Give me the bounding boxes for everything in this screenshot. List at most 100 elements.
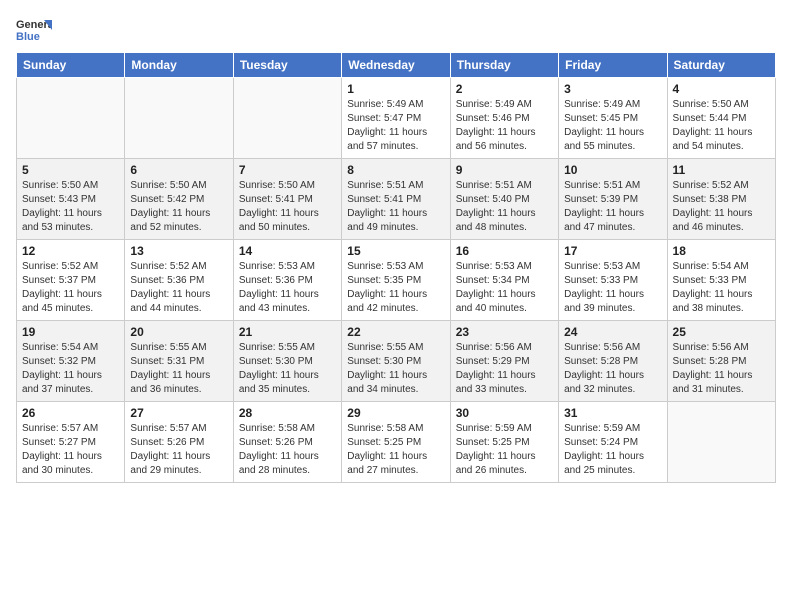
day-info: Sunrise: 5:58 AMSunset: 5:25 PMDaylight:… [347, 422, 444, 478]
calendar-week-row: 1 Sunrise: 5:49 AMSunset: 5:47 PMDayligh… [17, 78, 776, 159]
logo-icon: General Blue [16, 16, 52, 44]
day-number: 18 [673, 244, 770, 258]
day-info: Sunrise: 5:59 AMSunset: 5:25 PMDaylight:… [456, 422, 553, 478]
day-number: 28 [239, 406, 336, 420]
calendar-cell: 26 Sunrise: 5:57 AMSunset: 5:27 PMDaylig… [17, 402, 125, 483]
calendar-cell [125, 78, 233, 159]
day-info: Sunrise: 5:49 AMSunset: 5:47 PMDaylight:… [347, 98, 444, 154]
calendar-cell: 31 Sunrise: 5:59 AMSunset: 5:24 PMDaylig… [559, 402, 667, 483]
calendar-cell: 30 Sunrise: 5:59 AMSunset: 5:25 PMDaylig… [450, 402, 558, 483]
day-number: 8 [347, 163, 444, 177]
calendar-cell: 20 Sunrise: 5:55 AMSunset: 5:31 PMDaylig… [125, 321, 233, 402]
day-info: Sunrise: 5:58 AMSunset: 5:26 PMDaylight:… [239, 422, 336, 478]
page-header: General Blue [16, 16, 776, 44]
day-number: 5 [22, 163, 119, 177]
calendar-cell: 9 Sunrise: 5:51 AMSunset: 5:40 PMDayligh… [450, 159, 558, 240]
day-number: 19 [22, 325, 119, 339]
day-number: 7 [239, 163, 336, 177]
day-info: Sunrise: 5:55 AMSunset: 5:30 PMDaylight:… [347, 341, 444, 397]
weekday-header: Monday [125, 53, 233, 78]
day-info: Sunrise: 5:53 AMSunset: 5:35 PMDaylight:… [347, 260, 444, 316]
day-number: 10 [564, 163, 661, 177]
day-number: 24 [564, 325, 661, 339]
day-number: 4 [673, 82, 770, 96]
day-number: 22 [347, 325, 444, 339]
day-number: 23 [456, 325, 553, 339]
day-info: Sunrise: 5:50 AMSunset: 5:42 PMDaylight:… [130, 179, 227, 235]
calendar-cell: 21 Sunrise: 5:55 AMSunset: 5:30 PMDaylig… [233, 321, 341, 402]
calendar-cell: 2 Sunrise: 5:49 AMSunset: 5:46 PMDayligh… [450, 78, 558, 159]
calendar-cell: 24 Sunrise: 5:56 AMSunset: 5:28 PMDaylig… [559, 321, 667, 402]
day-info: Sunrise: 5:55 AMSunset: 5:30 PMDaylight:… [239, 341, 336, 397]
day-number: 27 [130, 406, 227, 420]
day-number: 12 [22, 244, 119, 258]
calendar-cell: 11 Sunrise: 5:52 AMSunset: 5:38 PMDaylig… [667, 159, 775, 240]
day-info: Sunrise: 5:50 AMSunset: 5:41 PMDaylight:… [239, 179, 336, 235]
day-info: Sunrise: 5:56 AMSunset: 5:28 PMDaylight:… [564, 341, 661, 397]
calendar-cell: 17 Sunrise: 5:53 AMSunset: 5:33 PMDaylig… [559, 240, 667, 321]
calendar-cell [17, 78, 125, 159]
day-number: 26 [22, 406, 119, 420]
day-info: Sunrise: 5:56 AMSunset: 5:28 PMDaylight:… [673, 341, 770, 397]
day-info: Sunrise: 5:52 AMSunset: 5:38 PMDaylight:… [673, 179, 770, 235]
calendar-cell: 12 Sunrise: 5:52 AMSunset: 5:37 PMDaylig… [17, 240, 125, 321]
calendar-cell: 4 Sunrise: 5:50 AMSunset: 5:44 PMDayligh… [667, 78, 775, 159]
weekday-header: Saturday [667, 53, 775, 78]
day-number: 21 [239, 325, 336, 339]
day-number: 31 [564, 406, 661, 420]
day-info: Sunrise: 5:51 AMSunset: 5:41 PMDaylight:… [347, 179, 444, 235]
day-number: 15 [347, 244, 444, 258]
calendar-cell: 13 Sunrise: 5:52 AMSunset: 5:36 PMDaylig… [125, 240, 233, 321]
weekday-header: Friday [559, 53, 667, 78]
day-number: 2 [456, 82, 553, 96]
calendar-cell: 16 Sunrise: 5:53 AMSunset: 5:34 PMDaylig… [450, 240, 558, 321]
day-number: 11 [673, 163, 770, 177]
calendar-cell: 7 Sunrise: 5:50 AMSunset: 5:41 PMDayligh… [233, 159, 341, 240]
weekday-header: Thursday [450, 53, 558, 78]
day-info: Sunrise: 5:52 AMSunset: 5:36 PMDaylight:… [130, 260, 227, 316]
day-info: Sunrise: 5:53 AMSunset: 5:36 PMDaylight:… [239, 260, 336, 316]
calendar-cell: 29 Sunrise: 5:58 AMSunset: 5:25 PMDaylig… [342, 402, 450, 483]
calendar-week-row: 5 Sunrise: 5:50 AMSunset: 5:43 PMDayligh… [17, 159, 776, 240]
calendar-cell: 18 Sunrise: 5:54 AMSunset: 5:33 PMDaylig… [667, 240, 775, 321]
calendar-cell: 22 Sunrise: 5:55 AMSunset: 5:30 PMDaylig… [342, 321, 450, 402]
day-info: Sunrise: 5:52 AMSunset: 5:37 PMDaylight:… [22, 260, 119, 316]
day-info: Sunrise: 5:57 AMSunset: 5:26 PMDaylight:… [130, 422, 227, 478]
weekday-header: Tuesday [233, 53, 341, 78]
day-info: Sunrise: 5:50 AMSunset: 5:43 PMDaylight:… [22, 179, 119, 235]
day-info: Sunrise: 5:51 AMSunset: 5:40 PMDaylight:… [456, 179, 553, 235]
calendar-cell: 14 Sunrise: 5:53 AMSunset: 5:36 PMDaylig… [233, 240, 341, 321]
day-number: 25 [673, 325, 770, 339]
day-info: Sunrise: 5:55 AMSunset: 5:31 PMDaylight:… [130, 341, 227, 397]
calendar-week-row: 26 Sunrise: 5:57 AMSunset: 5:27 PMDaylig… [17, 402, 776, 483]
calendar-week-row: 19 Sunrise: 5:54 AMSunset: 5:32 PMDaylig… [17, 321, 776, 402]
day-number: 16 [456, 244, 553, 258]
calendar-cell: 19 Sunrise: 5:54 AMSunset: 5:32 PMDaylig… [17, 321, 125, 402]
calendar-cell: 25 Sunrise: 5:56 AMSunset: 5:28 PMDaylig… [667, 321, 775, 402]
day-info: Sunrise: 5:53 AMSunset: 5:33 PMDaylight:… [564, 260, 661, 316]
day-number: 30 [456, 406, 553, 420]
calendar-cell: 27 Sunrise: 5:57 AMSunset: 5:26 PMDaylig… [125, 402, 233, 483]
weekday-header-row: SundayMondayTuesdayWednesdayThursdayFrid… [17, 53, 776, 78]
calendar-cell: 28 Sunrise: 5:58 AMSunset: 5:26 PMDaylig… [233, 402, 341, 483]
svg-text:Blue: Blue [16, 31, 40, 43]
day-number: 9 [456, 163, 553, 177]
day-info: Sunrise: 5:59 AMSunset: 5:24 PMDaylight:… [564, 422, 661, 478]
calendar-cell: 8 Sunrise: 5:51 AMSunset: 5:41 PMDayligh… [342, 159, 450, 240]
day-info: Sunrise: 5:53 AMSunset: 5:34 PMDaylight:… [456, 260, 553, 316]
day-info: Sunrise: 5:54 AMSunset: 5:33 PMDaylight:… [673, 260, 770, 316]
day-info: Sunrise: 5:49 AMSunset: 5:46 PMDaylight:… [456, 98, 553, 154]
day-number: 20 [130, 325, 227, 339]
day-number: 6 [130, 163, 227, 177]
day-number: 14 [239, 244, 336, 258]
calendar-week-row: 12 Sunrise: 5:52 AMSunset: 5:37 PMDaylig… [17, 240, 776, 321]
calendar-cell: 15 Sunrise: 5:53 AMSunset: 5:35 PMDaylig… [342, 240, 450, 321]
day-number: 17 [564, 244, 661, 258]
day-info: Sunrise: 5:56 AMSunset: 5:29 PMDaylight:… [456, 341, 553, 397]
day-number: 3 [564, 82, 661, 96]
calendar-cell: 23 Sunrise: 5:56 AMSunset: 5:29 PMDaylig… [450, 321, 558, 402]
calendar-cell [667, 402, 775, 483]
day-number: 1 [347, 82, 444, 96]
day-info: Sunrise: 5:49 AMSunset: 5:45 PMDaylight:… [564, 98, 661, 154]
day-number: 29 [347, 406, 444, 420]
